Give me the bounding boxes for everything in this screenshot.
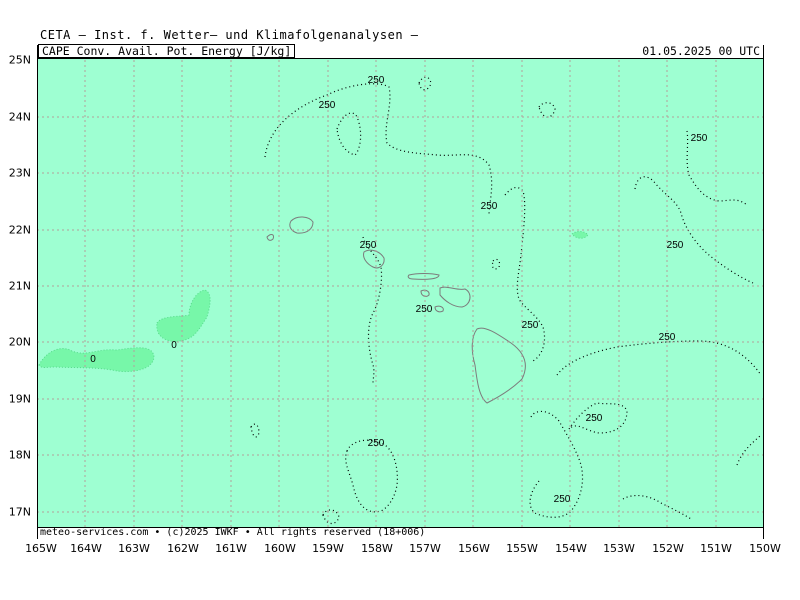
- lon-label-160w: 160W: [264, 542, 296, 555]
- lon-label-151w: 151W: [700, 542, 732, 555]
- lon-label-158w: 158W: [361, 542, 393, 555]
- lon-label-156w: 156W: [458, 542, 490, 555]
- header-title: CETA — Inst. f. Wetter— und Klimafolgena…: [40, 28, 419, 42]
- lat-label-25n: 25N: [8, 53, 31, 67]
- lat-label-21n: 21N: [8, 279, 31, 293]
- lon-label-165w: 165W: [25, 542, 57, 555]
- lat-label-22n: 22N: [8, 223, 31, 237]
- lat-label-19n: 19N: [8, 392, 31, 406]
- map-footer-bar: meteo-services.com • (c)2025 IWKF • All …: [38, 527, 763, 539]
- lat-label-20n: 20N: [8, 335, 31, 349]
- lat-label-24n: 24N: [8, 110, 31, 124]
- copyright-footer: meteo-services.com • (c)2025 IWKF • All …: [40, 527, 426, 538]
- lon-label-161w: 161W: [215, 542, 247, 555]
- lon-label-155w: 155W: [506, 542, 538, 555]
- valid-time: 01.05.2025 00 UTC: [642, 44, 760, 58]
- lon-label-154w: 154W: [555, 542, 587, 555]
- lat-label-23n: 23N: [8, 166, 31, 180]
- lon-label-157w: 157W: [409, 542, 441, 555]
- parameter-label: CAPE_Conv._Avail._Pot._Energy_[J/kg]: [38, 44, 296, 58]
- lon-label-164w: 164W: [70, 542, 102, 555]
- lon-label-150w: 150W: [749, 542, 781, 555]
- map-frame: [37, 45, 764, 539]
- map-title-bar: CAPE_Conv._Avail._Pot._Energy_[J/kg] 01.…: [38, 44, 763, 59]
- lat-label-18n: 18N: [8, 448, 31, 462]
- lon-label-159w: 159W: [312, 542, 344, 555]
- lat-label-17n: 17N: [8, 505, 31, 519]
- lon-label-152w: 152W: [652, 542, 684, 555]
- lon-label-153w: 153W: [603, 542, 635, 555]
- lon-label-163w: 163W: [118, 542, 150, 555]
- lon-label-162w: 162W: [167, 542, 199, 555]
